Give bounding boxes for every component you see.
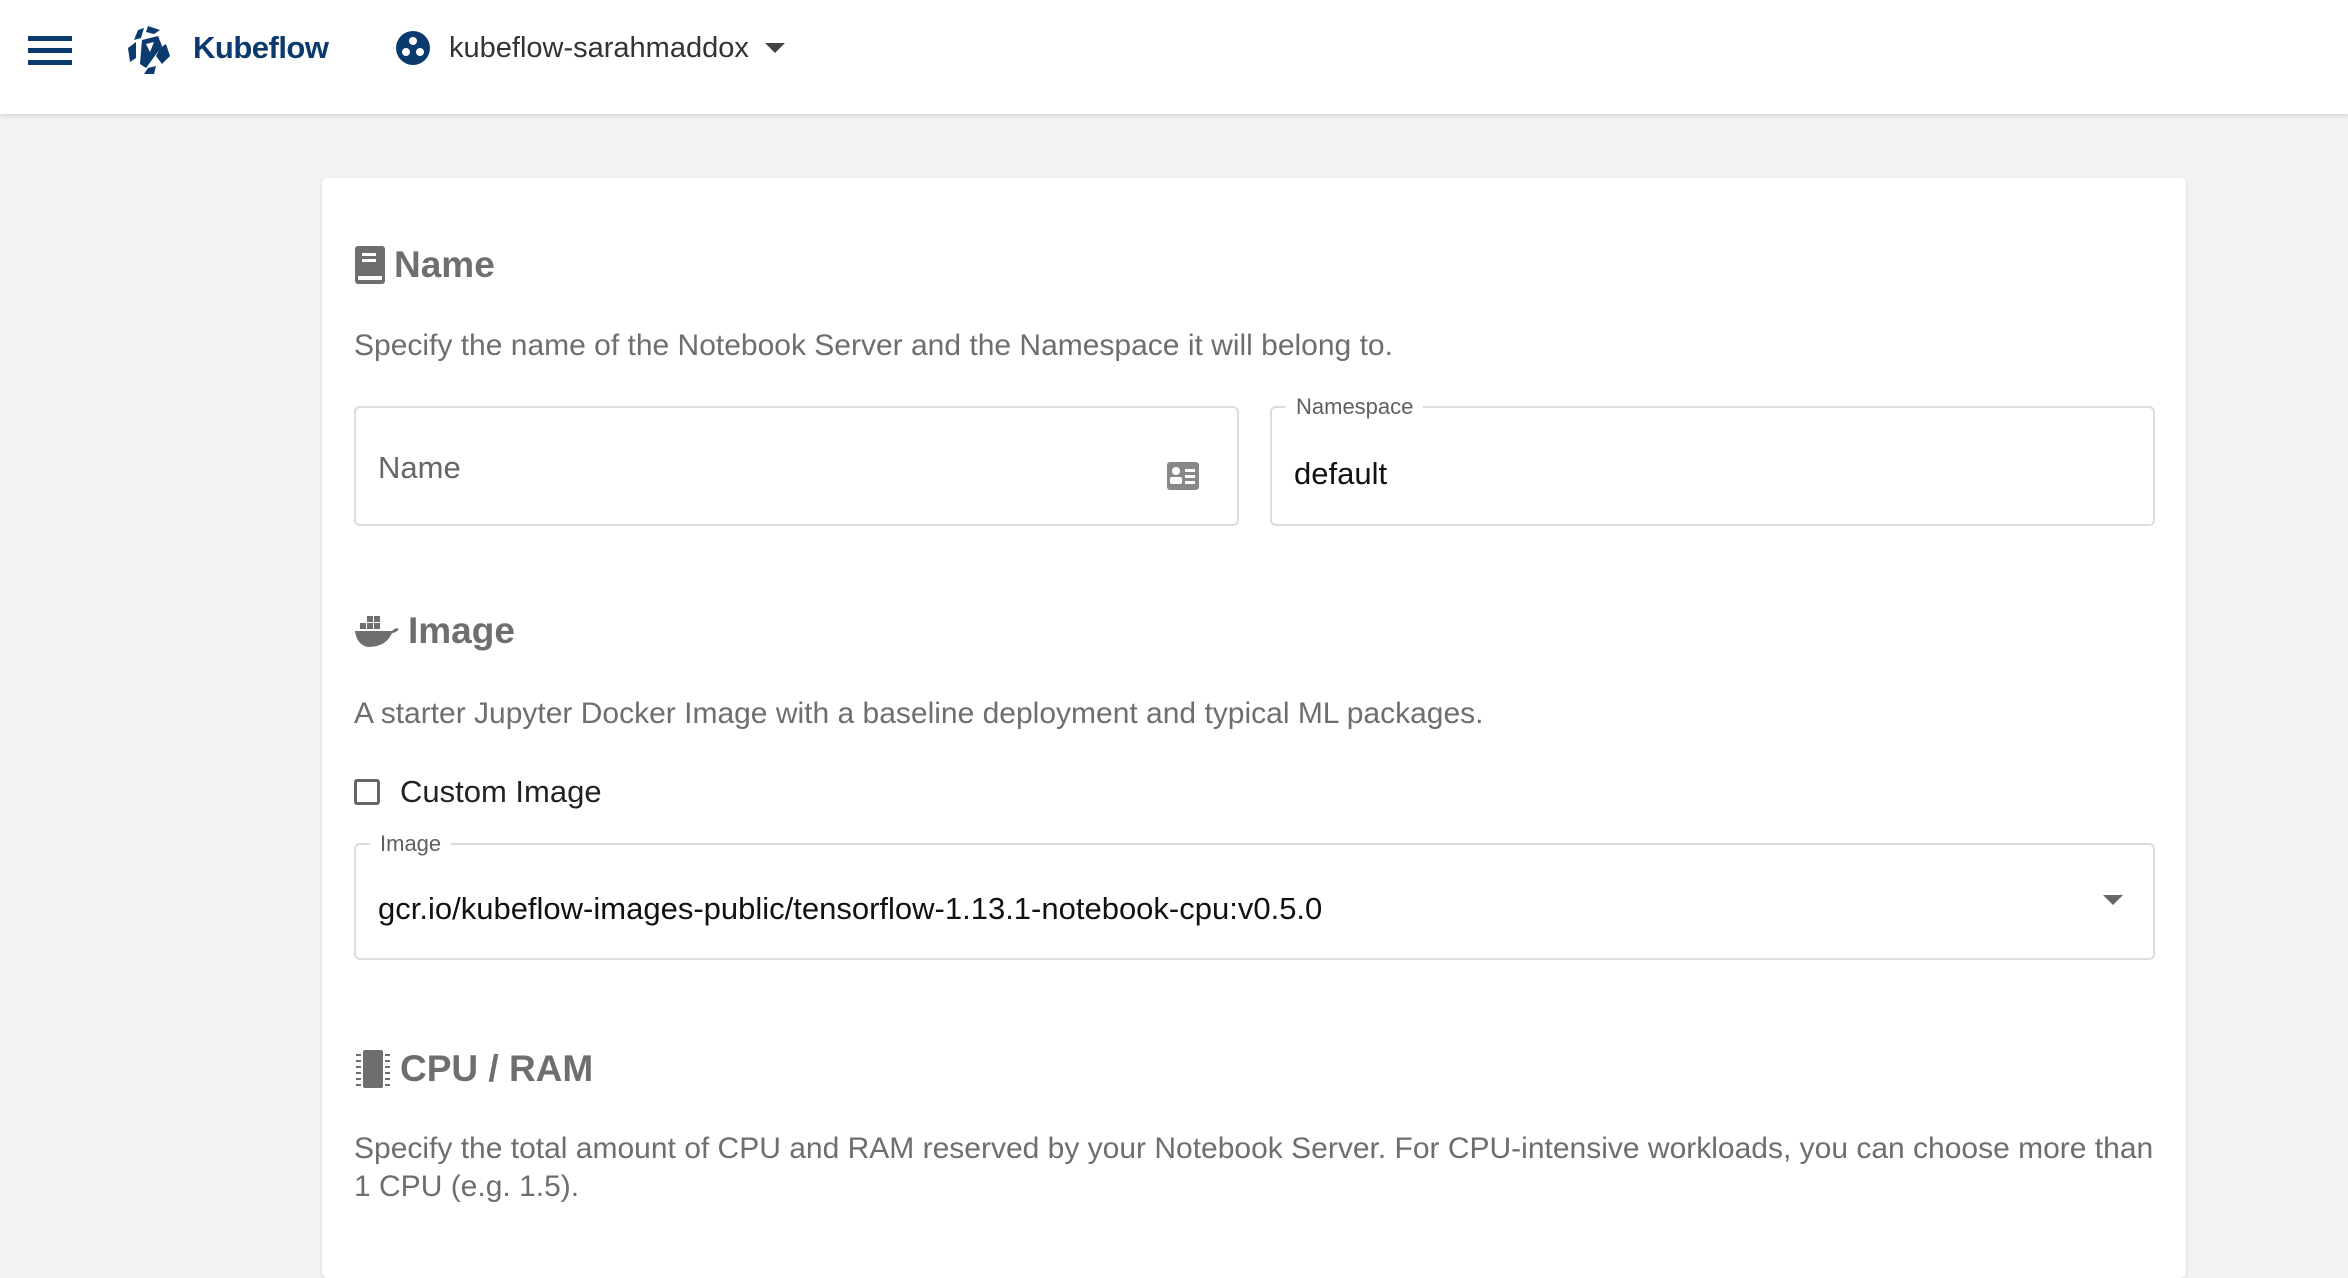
checkbox-box[interactable] xyxy=(354,779,380,805)
image-section-title: Image xyxy=(408,610,515,651)
book-icon xyxy=(355,246,385,284)
image-select-label: Image xyxy=(370,831,452,857)
docker-icon xyxy=(355,616,399,647)
namespace-field-value: default xyxy=(1294,456,1388,491)
cpu-section-description: Specify the total amount of CPU and RAM … xyxy=(354,1132,2154,1203)
name-section-heading: Name xyxy=(354,244,495,286)
chevron-down-icon xyxy=(764,43,785,53)
namespace-selector[interactable]: kubeflow-sarahmaddox xyxy=(395,30,785,66)
custom-image-label: Custom Image xyxy=(400,774,602,809)
name-input-placeholder: Name xyxy=(378,450,461,485)
image-section-heading: Image xyxy=(354,610,515,652)
menu-icon[interactable] xyxy=(28,36,72,66)
namespace-field[interactable]: Namespace default xyxy=(1270,394,2155,526)
cpu-section-title: CPU / RAM xyxy=(400,1048,594,1089)
dropdown-arrow-icon xyxy=(2103,895,2123,905)
id-card-icon xyxy=(1167,462,1199,490)
namespace-icon xyxy=(396,31,430,65)
image-section-description: A starter Jupyter Docker Image with a ba… xyxy=(354,697,1484,730)
notebook-form-card: Name Specify the name of the Notebook Se… xyxy=(322,178,2186,1278)
name-input[interactable]: Name xyxy=(354,406,1239,526)
brand-name[interactable]: Kubeflow xyxy=(193,30,329,66)
name-section-description: Specify the name of the Notebook Server … xyxy=(354,329,1393,362)
kubeflow-logo-icon xyxy=(128,26,170,74)
namespace-label: kubeflow-sarahmaddox xyxy=(449,31,749,64)
image-select[interactable]: Image gcr.io/kubeflow-images-public/tens… xyxy=(354,831,2155,960)
top-app-bar: Kubeflow kubeflow-sarahmaddox xyxy=(0,0,2348,114)
namespace-field-label: Namespace xyxy=(1286,394,1424,420)
image-select-value: gcr.io/kubeflow-images-public/tensorflow… xyxy=(378,891,1323,926)
name-section-title: Name xyxy=(394,244,495,285)
cpu-section-heading: CPU / RAM xyxy=(354,1048,593,1090)
custom-image-checkbox[interactable]: Custom Image xyxy=(354,774,602,810)
chip-icon xyxy=(356,1050,390,1088)
